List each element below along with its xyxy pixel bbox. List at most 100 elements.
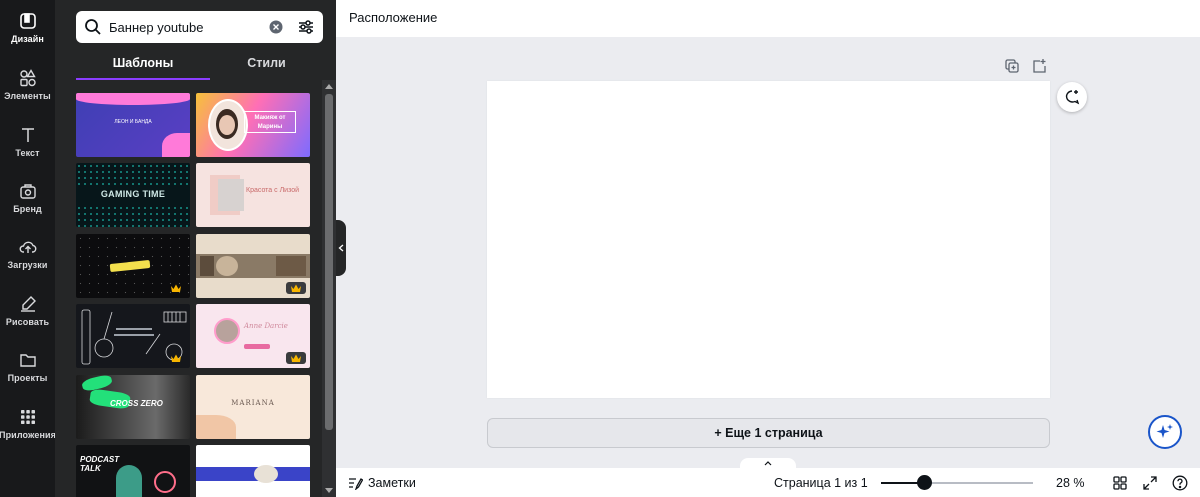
template-thumbnail[interactable]: Красота с Лизой (196, 163, 310, 227)
premium-badge (166, 282, 186, 294)
premium-badge (166, 352, 186, 364)
upload-icon (19, 241, 36, 253)
scrollbar-thumb[interactable] (325, 94, 333, 430)
premium-badge (286, 282, 306, 294)
help-icon[interactable] (1172, 475, 1188, 491)
tab-styles[interactable]: Стили (210, 52, 323, 80)
comment-add-icon (1065, 90, 1080, 105)
template-thumbnail[interactable] (196, 234, 310, 298)
template-title: ЛЕОН И БАНДА (114, 119, 152, 125)
notes-label: Заметки (368, 476, 416, 490)
sidebar-item-text[interactable]: Текст (0, 114, 55, 170)
template-title: CROSS ZERO (110, 399, 163, 408)
decor-wave (76, 93, 190, 105)
photo (276, 256, 306, 276)
sidebar-item-label: Дизайн (11, 34, 44, 44)
add-page-button[interactable]: + Еще 1 страница (487, 418, 1050, 448)
template-title: Макияж от Марины (244, 111, 296, 133)
template-title: PODCAST TALK (80, 455, 120, 473)
premium-badge (286, 352, 306, 364)
brand-icon (19, 184, 36, 199)
photo (216, 256, 238, 276)
template-thumbnail[interactable]: Макияж от Марины (196, 93, 310, 157)
template-thumbnail[interactable]: ЛЕОН И БАНДА (76, 93, 190, 157)
add-comment-button[interactable] (1057, 82, 1087, 112)
sidebar-item-label: Рисовать (5, 317, 50, 327)
notes-icon (349, 477, 363, 490)
text-line (114, 334, 154, 336)
template-title: GAMING TIME (100, 189, 166, 199)
zoom-slider-handle[interactable] (917, 475, 932, 490)
sidebar-item-draw[interactable]: Рисовать (0, 283, 55, 339)
portrait-face (219, 115, 235, 135)
decor-shape (196, 415, 236, 439)
chevron-left-icon (338, 244, 344, 252)
decor-circle (154, 471, 176, 493)
blue-band (196, 467, 310, 481)
design-page[interactable] (487, 81, 1050, 398)
template-title: Anne Darcie (244, 322, 288, 330)
template-thumbnail[interactable]: PODCAST TALK (76, 445, 190, 497)
zoom-level[interactable]: 28 % (1056, 476, 1085, 490)
folder-icon (19, 354, 36, 367)
top-bar: Расположение (336, 0, 1200, 37)
template-thumbnail[interactable]: CROSS ZERO (76, 375, 190, 439)
collapse-panel-button[interactable] (336, 220, 346, 276)
template-thumbnail[interactable]: MARIANA (196, 375, 310, 439)
templates-panel: Баннер youtube Шаблоны Стили ЛЕОН И БАНД… (55, 0, 336, 497)
template-thumbnail[interactable] (76, 234, 190, 298)
filter-icon[interactable] (297, 18, 315, 36)
sidebar-item-elements[interactable]: Элементы (0, 57, 55, 113)
crown-icon (291, 354, 301, 362)
sidebar-item-label: Загрузки (7, 260, 48, 270)
scroll-down-icon[interactable] (325, 488, 333, 493)
scroll-up-icon[interactable] (325, 84, 333, 89)
panel-tabs: Шаблоны Стили (76, 52, 323, 80)
magic-assistant-button[interactable] (1148, 415, 1182, 449)
fullscreen-icon[interactable] (1142, 475, 1158, 491)
notes-button[interactable]: Заметки (348, 476, 416, 490)
decor-button (244, 344, 270, 349)
draw-icon (20, 296, 36, 312)
sidebar-item-uploads[interactable]: Загрузки (0, 226, 55, 282)
template-thumbnail[interactable] (76, 304, 190, 368)
templates-grid: ЛЕОН И БАНДА Макияж от Марины GAMING TIM… (76, 93, 311, 497)
sidebar-item-apps[interactable]: Приложения (0, 396, 56, 452)
panel-scrollbar[interactable] (322, 80, 336, 497)
page-indicator[interactable]: Страница 1 из 1 (774, 476, 868, 490)
microphone-shape (116, 465, 142, 497)
left-rail: Дизайн Элементы Текст Бренд Загрузки Рис… (0, 0, 56, 497)
photo (200, 256, 214, 276)
text-line (116, 328, 152, 330)
zoom-slider[interactable] (881, 475, 1033, 490)
apps-icon (20, 410, 35, 424)
page-title: Расположение (349, 10, 438, 25)
template-title: MARIANA (231, 399, 275, 407)
tab-templates[interactable]: Шаблоны (76, 52, 210, 80)
crown-icon (171, 284, 181, 292)
grid-view-icon[interactable] (1112, 475, 1128, 491)
duplicate-page-icon[interactable] (1004, 58, 1020, 74)
search-icon (85, 19, 101, 35)
search-input[interactable]: Баннер youtube (109, 20, 269, 35)
crown-icon (291, 284, 301, 292)
template-thumbnail[interactable]: GAMING TIME (76, 163, 190, 227)
template-thumbnail[interactable]: Anne Darcie (196, 304, 310, 368)
search-box[interactable]: Баннер youtube (76, 11, 323, 43)
text-icon (21, 128, 34, 142)
template-title: Красота с Лизой (246, 187, 300, 194)
add-page-icon[interactable] (1031, 58, 1047, 74)
sidebar-item-label: Проекты (7, 373, 48, 383)
clear-icon[interactable] (269, 20, 283, 34)
sidebar-item-label: Элементы (4, 91, 51, 101)
template-thumbnail[interactable] (196, 445, 310, 497)
avatar-photo (214, 318, 240, 344)
sidebar-item-brand[interactable]: Бренд (0, 170, 55, 226)
sparkle-icon (1156, 424, 1173, 438)
sidebar-item-label: Бренд (13, 204, 42, 214)
sidebar-item-label: Приложения (0, 430, 56, 440)
photo (254, 465, 278, 483)
sidebar-item-design[interactable]: Дизайн (0, 0, 55, 56)
sidebar-item-projects[interactable]: Проекты (0, 339, 55, 395)
chevron-up-icon (764, 461, 772, 466)
